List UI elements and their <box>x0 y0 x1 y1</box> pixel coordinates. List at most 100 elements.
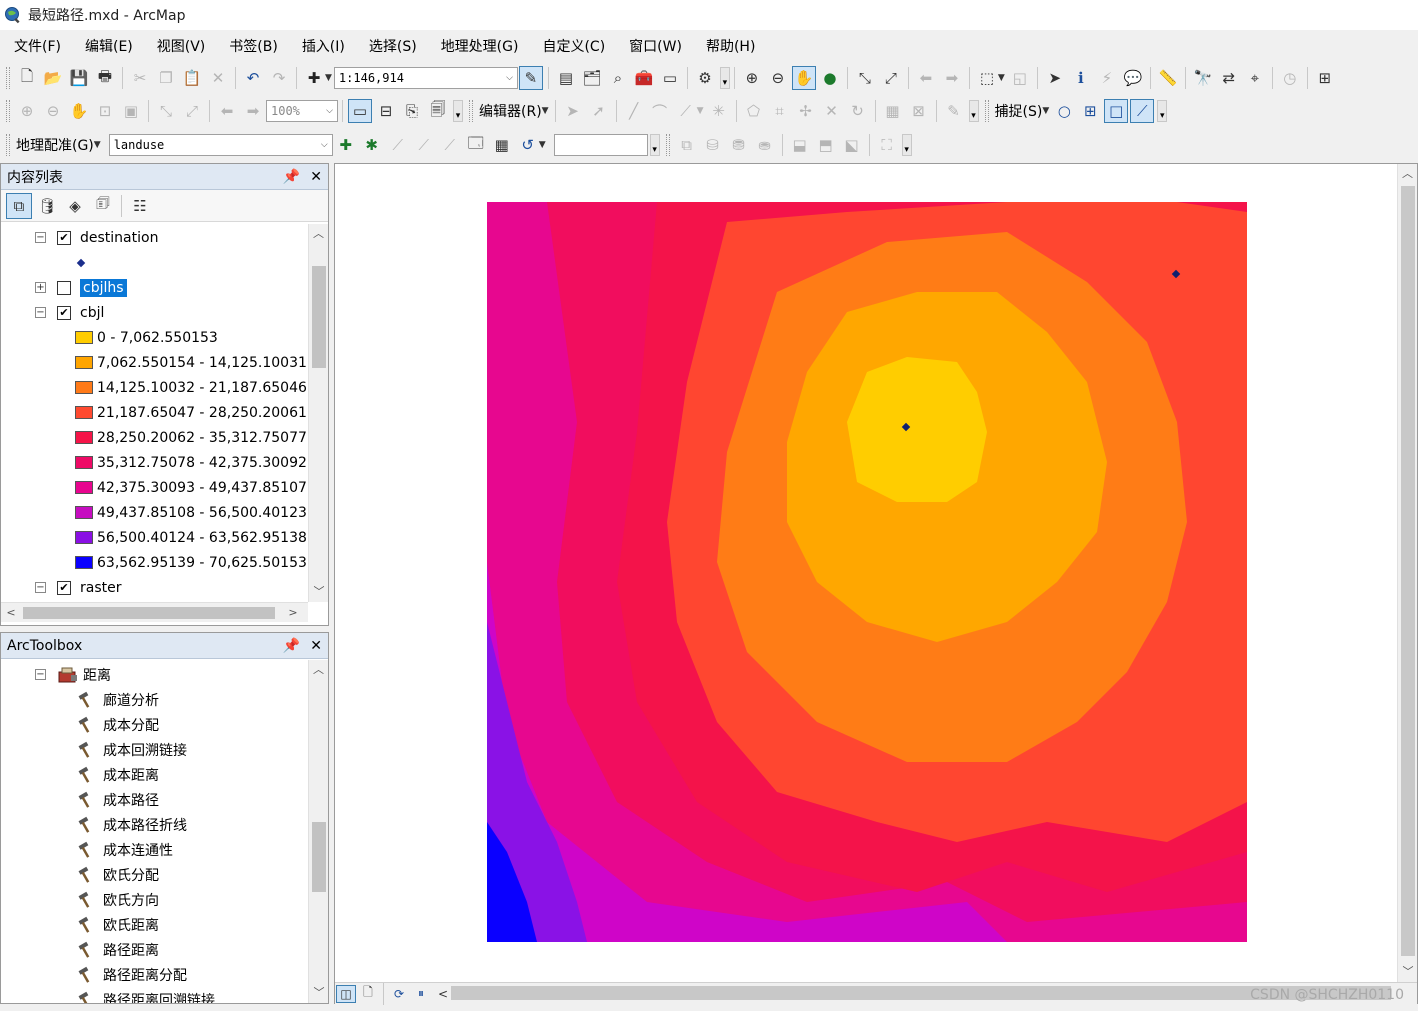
layout-zoom-out-icon[interactable]: ⊖ <box>41 99 65 123</box>
legend-swatch[interactable] <box>75 456 93 469</box>
shared-features-icon[interactable]: ⛃ <box>727 133 751 157</box>
legend-class-row[interactable]: 0 - 7,062.550153 <box>75 325 218 350</box>
layer-visibility-checkbox[interactable] <box>57 280 71 295</box>
error-inspector-icon[interactable]: ⬕ <box>840 133 864 157</box>
legend-swatch[interactable] <box>75 481 93 494</box>
chevron-down-icon[interactable]: ▼ <box>697 106 704 116</box>
zoom-in-icon[interactable]: ⊕ <box>740 66 764 90</box>
layout-zoom-combo[interactable]: 100% ⌵ <box>266 100 338 122</box>
create-features-icon[interactable]: ✎ <box>942 99 966 123</box>
toolbar-overflow-icon[interactable]: ▾ <box>719 67 730 89</box>
chevron-down-icon[interactable]: ▼ <box>1042 106 1049 116</box>
legend-class-row[interactable]: 49,437.85108 - 56,500.40123 <box>75 500 307 525</box>
find-icon[interactable]: 🔭 <box>1191 66 1215 90</box>
find-route-icon[interactable]: ⇄ <box>1217 66 1241 90</box>
scroll-down-icon[interactable]: ﹀ <box>309 983 329 1003</box>
forward-extent-icon[interactable]: ➡ <box>940 66 964 90</box>
georeferencing-menu[interactable]: 地理配准(G) <box>16 135 94 155</box>
planarize-icon[interactable]: ⬒ <box>814 133 838 157</box>
menu-geoprocessing[interactable]: 地理处理(G) <box>439 34 521 58</box>
time-slider-icon[interactable]: ◷ <box>1278 66 1302 90</box>
python-window-icon[interactable]: ▭ <box>658 66 682 90</box>
sketch-properties-icon[interactable]: ⊠ <box>907 99 931 123</box>
zoom-whole-page-icon[interactable]: ⊡ <box>93 99 117 123</box>
scroll-up-icon[interactable]: ︿ <box>309 224 328 244</box>
model-builder-icon[interactable]: ⚙ <box>693 66 717 90</box>
close-icon[interactable]: ✕ <box>310 169 322 185</box>
options-icon[interactable]: ☷ <box>127 193 153 219</box>
rotate-icon[interactable]: ↻ <box>846 99 870 123</box>
list-by-selection-icon[interactable]: 🗊 <box>90 193 116 219</box>
tool-row[interactable]: 欧氏方向 <box>77 887 159 912</box>
point-icon[interactable]: ✳ <box>707 99 731 123</box>
toc-vertical-scrollbar[interactable]: ︿ ﹀ <box>308 224 328 602</box>
legend-class-row[interactable]: 21,187.65047 - 28,250.20061 <box>75 400 307 425</box>
change-layout-icon[interactable]: ⎘ <box>400 99 424 123</box>
clear-selection-icon[interactable]: ◱ <box>1008 66 1032 90</box>
toolbar-grip[interactable] <box>665 134 670 156</box>
chevron-down-icon[interactable]: ▼ <box>325 73 332 83</box>
focus-data-frame-icon[interactable]: ⊟ <box>374 99 398 123</box>
layout-forward-icon[interactable]: ➡ <box>241 99 265 123</box>
copy-icon[interactable]: ❐ <box>154 66 178 90</box>
cost-distance-raster[interactable] <box>487 202 1247 942</box>
data-view-icon[interactable]: ◫ <box>336 984 356 1003</box>
layout-view-icon[interactable]: 🗋 <box>358 985 378 1003</box>
close-icon[interactable]: ✕ <box>310 638 322 654</box>
legend-swatch[interactable] <box>75 506 93 519</box>
tool-row[interactable]: 廊道分析 <box>77 687 159 712</box>
collapse-icon[interactable]: − <box>35 669 46 680</box>
add-data-icon[interactable]: ✚ <box>302 66 326 90</box>
georef-layer-combo[interactable]: landuse ⌵ <box>108 134 333 156</box>
layer-row-cbjl[interactable]: − ✔ cbjl <box>35 300 104 325</box>
edit-tool-icon[interactable]: ➤ <box>561 99 585 123</box>
toolbar-overflow-icon[interactable]: ▾ <box>968 100 979 122</box>
print-icon[interactable]: 🖶 <box>93 66 117 90</box>
menu-view[interactable]: 视图(V) <box>155 34 208 58</box>
tool-row[interactable]: 路径距离 <box>77 937 159 962</box>
legend-class-row[interactable]: 14,125.10032 - 21,187.65046 <box>75 375 307 400</box>
map-vertical-scrollbar[interactable]: ︿ ﹀ <box>1397 164 1417 982</box>
tool-row[interactable]: 欧氏距离 <box>77 912 159 937</box>
map-view[interactable]: ︿ ﹀ ◫ 🗋 ⟳ ⏸ < <box>334 163 1418 1005</box>
toolbar-grip[interactable] <box>6 67 10 89</box>
tool-row[interactable]: 成本距离 <box>77 762 159 787</box>
menu-windows[interactable]: 窗口(W) <box>627 34 684 58</box>
select-elements-icon[interactable]: ➤ <box>1043 66 1067 90</box>
collapse-icon[interactable]: − <box>35 232 46 243</box>
catalog-window-icon[interactable]: 🗂 <box>580 66 604 90</box>
measure-icon[interactable]: 📏 <box>1156 66 1180 90</box>
tool-row[interactable]: 成本分配 <box>77 712 159 737</box>
scroll-down-icon[interactable]: ﹀ <box>309 582 329 602</box>
toc-horizontal-scrollbar[interactable]: < > <box>1 602 308 622</box>
tool-row[interactable]: 成本路径折线 <box>77 812 187 837</box>
create-viewer-window-icon[interactable]: ⊞ <box>1313 66 1337 90</box>
topology-edit-icon[interactable]: ⛁ <box>701 133 725 157</box>
tool-row[interactable]: 成本回溯链接 <box>77 737 187 762</box>
edit-annotation-icon[interactable]: ➚ <box>587 99 611 123</box>
scroll-thumb[interactable] <box>23 607 275 619</box>
expand-icon[interactable]: + <box>35 282 46 293</box>
topology-rules-icon[interactable]: ⛂ <box>753 133 777 157</box>
hyperlink-icon[interactable]: ⚡ <box>1095 66 1119 90</box>
legend-swatch[interactable] <box>75 406 93 419</box>
rotate-angle-input[interactable] <box>553 134 648 156</box>
new-document-icon[interactable]: 🗋 <box>15 66 39 90</box>
toggle-draft-mode-icon[interactable]: ▭ <box>348 99 372 123</box>
edit-vertices-icon[interactable]: ⬠ <box>742 99 766 123</box>
layout-back-icon[interactable]: ⬅ <box>215 99 239 123</box>
chevron-down-icon[interactable]: ▼ <box>94 140 101 150</box>
layout-fixed-zoom-out-icon[interactable]: ⤢ <box>180 99 204 123</box>
scroll-thumb[interactable] <box>312 822 326 892</box>
save-icon[interactable]: 💾 <box>67 66 91 90</box>
rotate-icon[interactable]: ↺ <box>516 133 540 157</box>
end-snapping-icon[interactable]: ⊞ <box>1078 99 1102 123</box>
viewer-icon[interactable]: 🗔 <box>464 133 488 157</box>
paste-icon[interactable]: 📋 <box>180 66 204 90</box>
split-icon[interactable]: ✕ <box>820 99 844 123</box>
snapping-menu[interactable]: 捕捉(S) <box>995 101 1043 121</box>
menu-insert[interactable]: 插入(I) <box>300 34 347 58</box>
scroll-thumb[interactable] <box>312 266 326 368</box>
menu-selection[interactable]: 选择(S) <box>367 34 419 58</box>
legend-swatch[interactable] <box>75 356 93 369</box>
